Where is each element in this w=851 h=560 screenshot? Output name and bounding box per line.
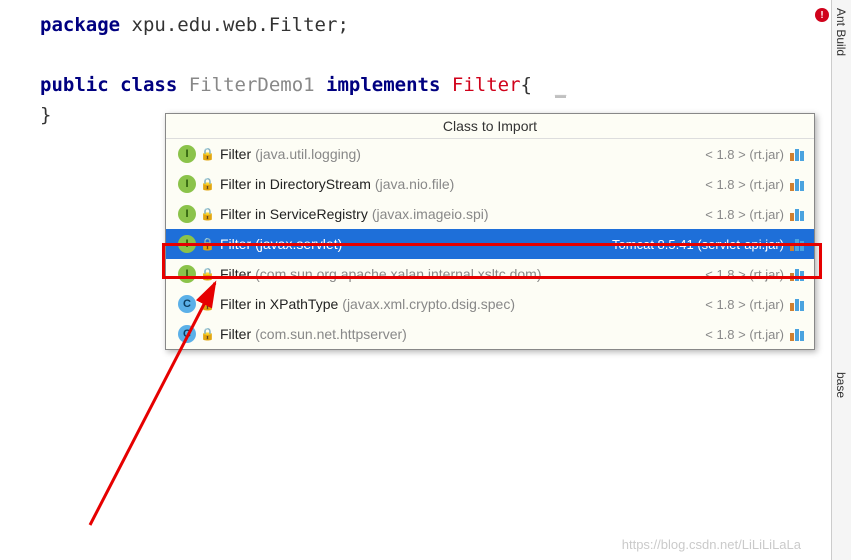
item-right: < 1.8 > (rt.jar) bbox=[705, 297, 784, 312]
library-icon bbox=[790, 237, 806, 251]
popup-item[interactable]: C 🔒 Filter (com.sun.net.httpserver) < 1.… bbox=[166, 319, 814, 349]
popup-item[interactable]: I 🔒 Filter in ServiceRegistry (javax.ima… bbox=[166, 199, 814, 229]
item-name: Filter in DirectoryStream bbox=[220, 176, 371, 192]
close-brace: } bbox=[40, 104, 51, 126]
lock-icon: 🔒 bbox=[200, 297, 215, 311]
item-name: Filter in ServiceRegistry bbox=[220, 206, 368, 222]
icon-group: I 🔒 bbox=[170, 235, 220, 253]
interface-icon: I bbox=[178, 145, 196, 163]
open-brace: { bbox=[521, 74, 532, 96]
item-main: Filter (javax.servlet) bbox=[220, 236, 612, 252]
item-detail: (javax.servlet) bbox=[255, 236, 342, 252]
library-icon bbox=[790, 267, 806, 281]
icon-group: C 🔒 bbox=[170, 325, 220, 343]
item-main: Filter (java.util.logging) bbox=[220, 146, 705, 162]
error-indicator-icon[interactable]: ! bbox=[815, 8, 829, 22]
icon-group: C 🔒 bbox=[170, 295, 220, 313]
popup-title: Class to Import bbox=[166, 114, 814, 139]
library-icon bbox=[790, 327, 806, 341]
keyword-public: public bbox=[40, 74, 109, 96]
toolwindow-tab-base[interactable]: base bbox=[832, 364, 850, 406]
item-detail: (com.sun.org.apache.xalan.internal.xsltc… bbox=[255, 266, 541, 282]
class-name: FilterDemo1 bbox=[189, 74, 315, 96]
lock-icon: 🔒 bbox=[200, 267, 215, 281]
item-detail: (java.nio.file) bbox=[375, 176, 454, 192]
popup-item[interactable]: I 🔒 Filter (com.sun.org.apache.xalan.int… bbox=[166, 259, 814, 289]
lock-icon: 🔒 bbox=[200, 177, 215, 191]
code-line-blank bbox=[40, 40, 851, 70]
watermark-text: https://blog.csdn.net/LiLiLiLaLa bbox=[622, 537, 801, 552]
interface-icon: I bbox=[178, 175, 196, 193]
item-right: < 1.8 > (rt.jar) bbox=[705, 327, 784, 342]
item-name: Filter bbox=[220, 326, 251, 342]
right-toolwindow-bar: Ant Build base bbox=[831, 0, 851, 560]
popup-item[interactable]: C 🔒 Filter in XPathType (javax.xml.crypt… bbox=[166, 289, 814, 319]
semicolon: ; bbox=[337, 14, 348, 36]
cursor: _ bbox=[555, 74, 566, 98]
interface-name-error: Filter bbox=[452, 74, 521, 96]
code-line-package: package xpu.edu.web.Filter; bbox=[40, 10, 851, 40]
item-name: Filter in XPathType bbox=[220, 296, 338, 312]
item-right: < 1.8 > (rt.jar) bbox=[705, 177, 784, 192]
interface-icon: I bbox=[178, 205, 196, 223]
popup-item[interactable]: I 🔒 Filter (java.util.logging) < 1.8 > (… bbox=[166, 139, 814, 169]
icon-group: I 🔒 bbox=[170, 205, 220, 223]
lock-icon: 🔒 bbox=[200, 207, 215, 221]
item-detail: (javax.imageio.spi) bbox=[372, 206, 489, 222]
item-name: Filter bbox=[220, 146, 251, 162]
lock-icon: 🔒 bbox=[200, 327, 215, 341]
toolwindow-tab-antbuild[interactable]: Ant Build bbox=[832, 0, 850, 64]
item-main: Filter in XPathType (javax.xml.crypto.ds… bbox=[220, 296, 705, 312]
library-icon bbox=[790, 177, 806, 191]
class-icon: C bbox=[178, 295, 196, 313]
popup-list: I 🔒 Filter (java.util.logging) < 1.8 > (… bbox=[166, 139, 814, 349]
package-name: xpu.edu.web.Filter bbox=[132, 14, 338, 36]
icon-group: I 🔒 bbox=[170, 175, 220, 193]
item-main: Filter (com.sun.org.apache.xalan.interna… bbox=[220, 266, 705, 282]
item-main: Filter (com.sun.net.httpserver) bbox=[220, 326, 705, 342]
item-right: < 1.8 > (rt.jar) bbox=[705, 207, 784, 222]
item-right: < 1.8 > (rt.jar) bbox=[705, 147, 784, 162]
library-icon bbox=[790, 297, 806, 311]
library-icon bbox=[790, 207, 806, 221]
popup-item[interactable]: I 🔒 Filter in DirectoryStream (java.nio.… bbox=[166, 169, 814, 199]
item-name: Filter bbox=[220, 236, 251, 252]
lock-icon: 🔒 bbox=[200, 147, 215, 161]
keyword-class: class bbox=[120, 74, 177, 96]
item-detail: (java.util.logging) bbox=[255, 146, 361, 162]
icon-group: I 🔒 bbox=[170, 265, 220, 283]
interface-icon: I bbox=[178, 235, 196, 253]
popup-item-selected[interactable]: I 🔒 Filter (javax.servlet) Tomcat 8.5.41… bbox=[166, 229, 814, 259]
item-detail: (javax.xml.crypto.dsig.spec) bbox=[342, 296, 515, 312]
item-main: Filter in DirectoryStream (java.nio.file… bbox=[220, 176, 705, 192]
item-detail: (com.sun.net.httpserver) bbox=[255, 326, 407, 342]
interface-icon: I bbox=[178, 265, 196, 283]
item-main: Filter in ServiceRegistry (javax.imageio… bbox=[220, 206, 705, 222]
import-popup: Class to Import I 🔒 Filter (java.util.lo… bbox=[165, 113, 815, 350]
lock-icon: 🔒 bbox=[200, 237, 215, 251]
item-right: < 1.8 > (rt.jar) bbox=[705, 267, 784, 282]
keyword-package: package bbox=[40, 14, 120, 36]
icon-group: I 🔒 bbox=[170, 145, 220, 163]
library-icon bbox=[790, 147, 806, 161]
code-line-class: public class FilterDemo1 implements Filt… bbox=[40, 70, 851, 100]
item-right: Tomcat 8.5.41 (servlet-api.jar) bbox=[612, 237, 784, 252]
keyword-implements: implements bbox=[326, 74, 440, 96]
class-icon: C bbox=[178, 325, 196, 343]
item-name: Filter bbox=[220, 266, 251, 282]
